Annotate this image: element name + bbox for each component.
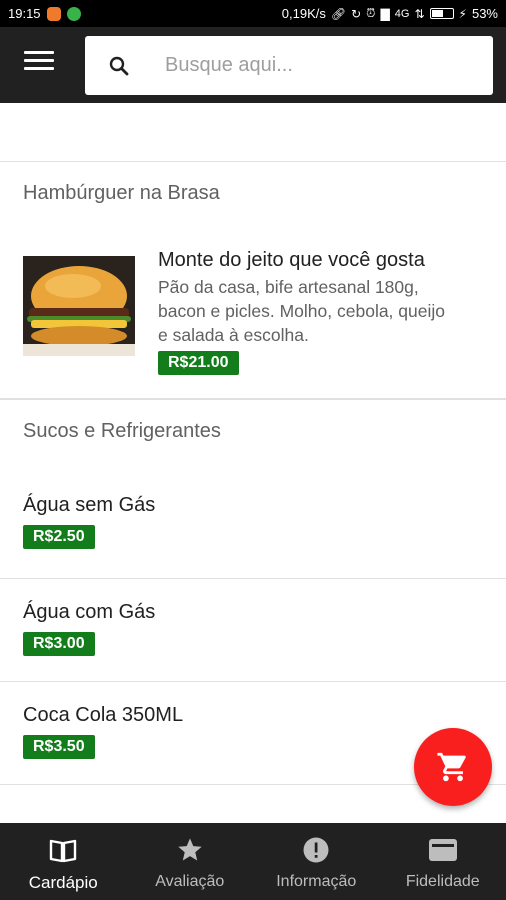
burger-image (23, 256, 135, 356)
search-icon[interactable] (107, 54, 159, 78)
hamburger-menu-icon[interactable] (24, 51, 54, 77)
nav-label: Avaliação (155, 873, 225, 890)
search-bar[interactable] (85, 36, 493, 95)
nav-cardapio[interactable]: Cardápio (0, 823, 127, 900)
product-description-line: Pão da casa, bife artesanal 180g, (158, 277, 419, 297)
nav-label: Cardápio (28, 873, 98, 892)
cart-button[interactable] (414, 728, 492, 806)
product-name: Água com Gás (23, 601, 156, 623)
network-speed: 0,19K/s (281, 6, 326, 21)
nav-fidelidade[interactable]: Fidelidade (380, 823, 506, 900)
nav-informacao[interactable]: Informação (253, 823, 380, 900)
product-description-line: e salada à escolha. (158, 325, 309, 345)
bottom-navigation: Cardápio Avaliação Informação Fidelidade (0, 823, 506, 900)
status-bar: 19:15 0,19K/s 🔗︎ ↻ ⏰︎ ▇ 4G ⇅ ⚡︎ 53% (0, 0, 506, 27)
nav-avaliacao[interactable]: Avaliação (127, 823, 254, 900)
sync-off-icon: ↻ (351, 6, 362, 21)
nav-label: Informação (276, 873, 357, 890)
product-row-monte[interactable]: Monte do jeito que você gosta Pão da cas… (0, 249, 506, 398)
product-name: Coca Cola 350ML (23, 704, 184, 726)
alarm-icon: ⏰︎ (366, 6, 376, 20)
price-badge: R$2.50 (23, 525, 95, 549)
menu-list[interactable]: Hambúrguer na Brasa Monte do jeito que v… (0, 103, 506, 823)
top-app-bar (0, 27, 506, 103)
status-time: 19:15 (8, 6, 41, 21)
battery-icon (429, 8, 454, 19)
battery-percent: 53% (471, 6, 498, 21)
price-badge: R$3.00 (23, 632, 95, 656)
section-title-hamburguer: Hambúrguer na Brasa (23, 182, 220, 204)
book-icon (46, 833, 80, 867)
nav-label: Fidelidade (405, 873, 480, 890)
product-description-line: bacon e picles. Molho, cebola, queijo (158, 301, 445, 321)
wifi-off-icon: ⇅ (414, 6, 425, 21)
charging-icon: ⚡︎ (458, 6, 467, 21)
info-icon (299, 833, 333, 867)
product-name: Água sem Gás (23, 494, 156, 516)
section-title-sucos: Sucos e Refrigerantes (23, 420, 221, 442)
product-row-agua-com-gas[interactable]: Água com Gás R$3.00 (0, 601, 506, 681)
card-icon (426, 833, 460, 867)
product-row-agua-sem-gas[interactable]: Água sem Gás R$2.50 (0, 494, 506, 578)
search-input[interactable] (165, 54, 465, 77)
notification-chat-icon (66, 6, 81, 21)
signal-icon: ▇ (380, 6, 390, 21)
notification-app-icon (46, 6, 61, 21)
cart-icon (437, 752, 466, 782)
star-icon (173, 833, 207, 867)
network-type: 4G (394, 7, 410, 20)
link-icon: 🔗︎ (330, 6, 347, 21)
product-name: Monte do jeito que você gosta (158, 249, 425, 271)
price-badge: R$3.50 (23, 735, 95, 759)
price-badge: R$21.00 (158, 351, 239, 375)
